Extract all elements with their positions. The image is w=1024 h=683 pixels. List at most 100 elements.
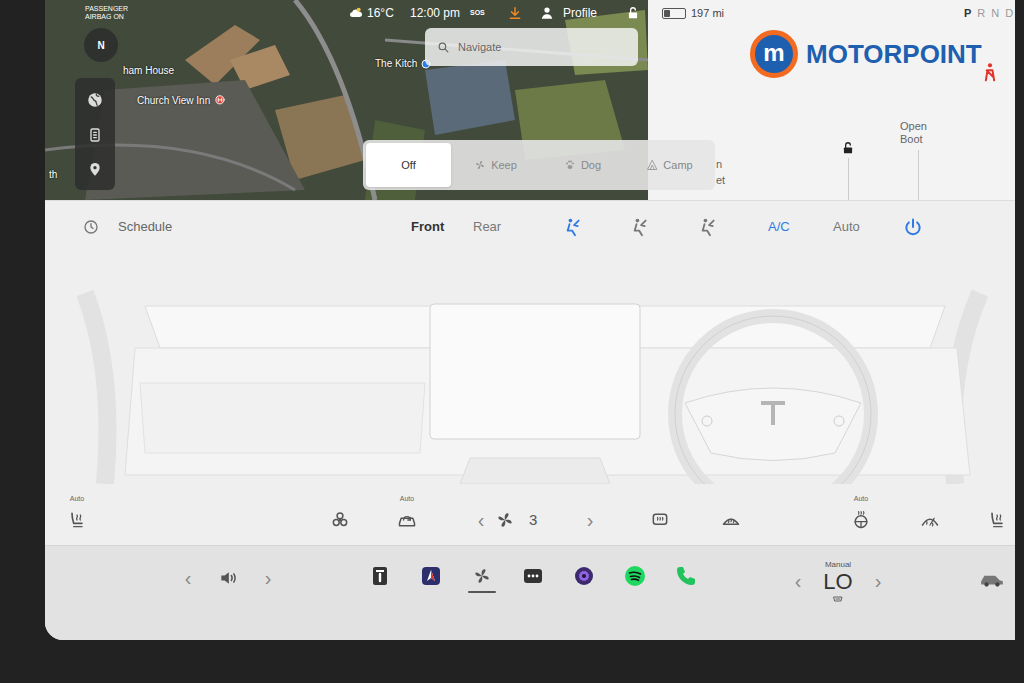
keeper-option[interactable]: Camp — [627, 143, 712, 187]
keeper-label: Dog — [581, 157, 601, 174]
seat-heat-button[interactable] — [979, 494, 1015, 531]
fan-decrease-button[interactable]: ‹ — [471, 509, 491, 531]
profile-button[interactable]: Profile — [563, 4, 607, 22]
unlock-icon[interactable] — [626, 6, 640, 20]
auto-button[interactable]: Auto — [833, 217, 873, 237]
auto-label: Auto — [400, 494, 414, 504]
recirculate-icon — [397, 509, 417, 531]
fan-speed-control: ‹3› — [469, 494, 609, 531]
app-button[interactable] — [411, 560, 451, 596]
schedule-button[interactable]: Schedule — [118, 217, 198, 237]
bioweapon-button[interactable] — [322, 494, 358, 531]
seat-heat-icon — [987, 509, 1007, 531]
pin-icon[interactable] — [87, 161, 103, 177]
clock-icon[interactable] — [83, 219, 99, 235]
app-button[interactable] — [666, 560, 706, 596]
volume-up-button[interactable]: › — [248, 563, 288, 593]
fan-increase-button[interactable]: › — [580, 509, 600, 531]
gear-selector: PRND — [964, 5, 1013, 22]
download-icon[interactable] — [508, 6, 522, 20]
compass[interactable]: N — [84, 28, 118, 62]
range-reading: 197 mi — [691, 5, 735, 22]
airflow-icon[interactable] — [627, 216, 657, 238]
wheel-heat-button[interactable]: Auto — [843, 494, 879, 531]
climate-keeper-selector: Off Keep Dog Camp — [363, 140, 715, 190]
keeper-option[interactable]: Keep — [453, 143, 538, 187]
gear: R — [977, 5, 985, 22]
navigate-search[interactable] — [425, 28, 638, 66]
keeper-option[interactable]: Off — [366, 143, 451, 187]
temperature-up-button[interactable]: › — [858, 566, 898, 596]
car-icon[interactable] — [972, 560, 1012, 596]
open-bonnet-button[interactable]: net — [716, 156, 725, 188]
cloud-icon — [348, 5, 364, 21]
seatbelt-icon — [980, 62, 1000, 82]
fan-icon — [495, 509, 515, 531]
vent-icon — [832, 594, 844, 604]
motorpoint-watermark: mMOTORPOINT — [750, 30, 982, 78]
climate-header: Schedule Front Rear A/C Auto — [45, 201, 1015, 253]
seat-heat-button[interactable]: Auto — [59, 494, 95, 531]
selected-indicator — [468, 591, 496, 593]
rear-defrost-button[interactable] — [642, 494, 678, 531]
dog-icon — [564, 159, 576, 171]
keeper-label: Camp — [663, 157, 692, 174]
climate-controls: Auto Auto ‹3› Auto — [45, 484, 1015, 546]
front-defrost-button[interactable] — [713, 494, 749, 531]
recirculate-button[interactable]: Auto — [389, 494, 425, 531]
volume-down-button[interactable]: ‹ — [168, 563, 208, 593]
airflow-icon[interactable] — [560, 216, 590, 238]
place-name: ham House — [123, 63, 174, 78]
navigate-input[interactable] — [458, 39, 626, 56]
wheel-heat-icon — [851, 509, 871, 531]
clock-time: 12:00 pm — [410, 4, 466, 22]
manual-icon — [368, 564, 392, 588]
map-label[interactable]: ham House — [123, 63, 174, 78]
person-icon[interactable] — [540, 6, 554, 20]
airbag-line: AIRBAG ON — [85, 13, 155, 21]
temperature-down-button[interactable]: ‹ — [778, 566, 818, 596]
zone-tab[interactable]: Rear — [473, 217, 523, 237]
open-boot-button[interactable]: OpenBoot — [900, 120, 927, 146]
app-button[interactable] — [564, 560, 604, 596]
temperature-display: ManualLO — [818, 560, 858, 604]
bonnet-label-line: n — [716, 156, 725, 172]
restaurant-pin-icon[interactable] — [213, 94, 227, 108]
boot-label-line: Boot — [900, 133, 927, 146]
battery-meter — [662, 8, 686, 19]
badge-letter: m — [763, 41, 784, 65]
sos-button[interactable]: SOS — [470, 8, 490, 19]
selected-indicator — [417, 591, 445, 593]
selected-indicator — [621, 591, 649, 593]
temperature-mode: Manual — [825, 560, 851, 570]
camera-icon — [572, 564, 596, 588]
keeper-option[interactable]: Dog — [540, 143, 625, 187]
unlock-icon[interactable] — [841, 141, 855, 155]
power-icon[interactable] — [903, 217, 923, 237]
map-label[interactable]: Church View Inn — [137, 93, 227, 108]
outside-temperature: 16°C — [367, 4, 403, 22]
app-button[interactable] — [360, 560, 400, 596]
wiper-heat-button[interactable] — [912, 494, 948, 531]
app-button[interactable] — [615, 560, 655, 596]
zone-tab[interactable]: Front — [411, 217, 461, 237]
selected-indicator — [672, 591, 700, 593]
spotify-icon — [623, 564, 647, 588]
keeper-label: Off — [401, 157, 415, 174]
dock: ‹›‹ManualLO› — [45, 545, 1015, 640]
list-icon[interactable] — [87, 127, 103, 143]
place-name: th — [49, 167, 57, 182]
app-button[interactable] — [462, 560, 502, 596]
car-interior-illustration — [45, 253, 1015, 484]
map-label[interactable]: The Kitch — [375, 56, 432, 71]
app-button[interactable] — [513, 560, 553, 596]
gear: N — [991, 5, 999, 22]
airflow-icon[interactable] — [695, 216, 725, 238]
map-label[interactable]: th — [49, 167, 57, 182]
temperature-value: LO — [823, 570, 852, 594]
volume-icon[interactable] — [208, 568, 248, 588]
more-icon — [521, 564, 545, 588]
ac-button[interactable]: A/C — [768, 217, 804, 237]
boot-label-line: Open — [900, 120, 927, 133]
globe-icon[interactable] — [86, 91, 104, 109]
